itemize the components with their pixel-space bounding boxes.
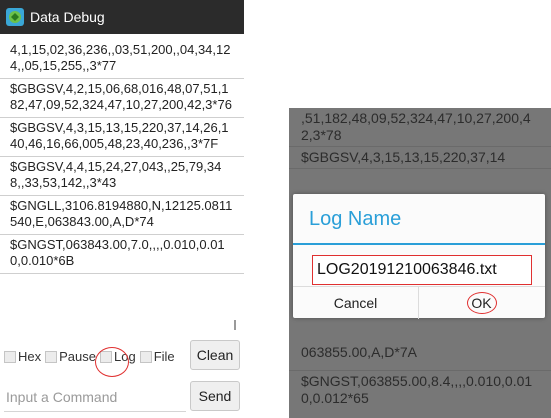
command-bar: Send [0,381,244,413]
right-screen: ,51,182,48,09,52,324,47,10,27,200,42,3*7… [289,108,551,418]
clean-button[interactable]: Clean [190,340,240,370]
checkbox-box [45,350,58,363]
log-line: $GBGSV,4,3,15,13,15,220,37,14 [289,147,551,169]
file-checkbox[interactable]: File [139,349,175,364]
log-line: 063855.00,A,D*7A [301,344,417,360]
checkbox-label: Hex [18,349,42,364]
checkbox-box [139,350,152,363]
dialog-title: Log Name [309,208,402,230]
hex-checkbox[interactable]: Hex [4,349,41,364]
annotation-circle-log [95,347,129,377]
log-line: ,51,182,48,09,52,324,47,10,27,200,42,3*7… [289,108,551,147]
checkbox-box [4,350,16,363]
log-output[interactable]: 4,1,15,02,36,236,,03,51,200,,04,34,124,,… [0,34,244,336]
log-line: $GNGLL,3106.8194880,N,12125.0811540,E,06… [0,196,244,235]
app-icon [6,8,24,26]
log-line: $GNGST,063855.00,8.4,,,,0.010,0.010,0.01… [289,370,551,407]
log-line: $GNGST,063843.00,7.0,,,,0.010,0.010,0.01… [0,235,244,274]
window-title: Data Debug [30,9,105,25]
left-screen: Data Debug 4,1,15,02,36,236,,03,51,200,,… [0,0,244,418]
send-button[interactable]: Send [190,381,240,411]
log-filename-input[interactable] [312,255,532,285]
annotation-circle-ok [467,292,497,314]
dimmed-log-top: ,51,182,48,09,52,324,47,10,27,200,42,3*7… [289,108,551,169]
dialog-divider [293,243,545,245]
ok-button[interactable]: OK [419,287,544,319]
log-name-dialog: Log Name Cancel OK [293,194,545,319]
checkbox-label: Pause [59,349,96,364]
title-bar: Data Debug [0,0,244,34]
log-line: 4,1,15,02,36,236,,03,51,200,,04,34,124,,… [0,34,244,79]
checkbox-label: File [153,349,175,364]
log-line: $GBGSV,4,3,15,13,15,220,37,14,26,140,46,… [0,118,244,157]
log-line: $GBGSV,4,2,15,06,68,016,48,07,51,182,47,… [0,79,244,118]
pause-checkbox[interactable]: Pause [45,349,96,364]
log-scrollbar[interactable] [234,320,236,330]
cancel-button[interactable]: Cancel [293,287,419,319]
command-input[interactable] [4,383,186,412]
log-line: $GBGSV,4,4,15,24,27,043,,25,79,348,,33,5… [0,157,244,196]
dialog-button-row: Cancel OK [293,286,545,319]
